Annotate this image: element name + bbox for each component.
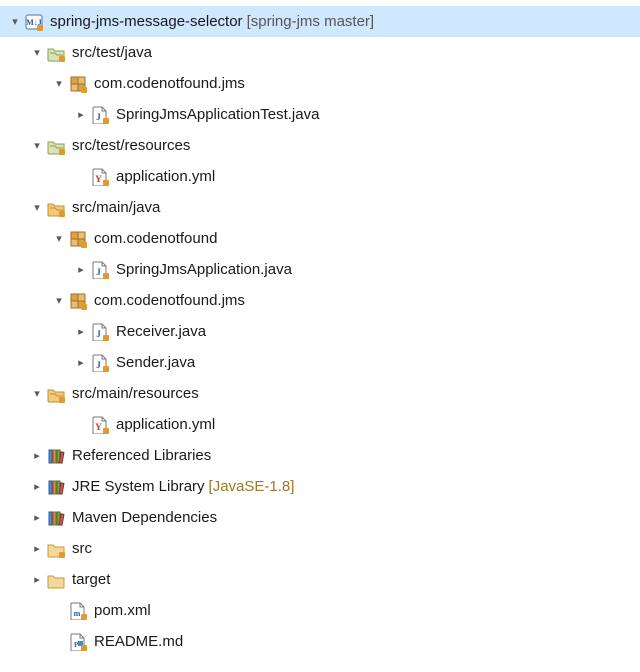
yaml-file-icon (90, 167, 110, 187)
chevron-down-icon[interactable]: ▾ (28, 44, 46, 62)
tree-row[interactable]: README.md (0, 626, 640, 657)
md-file-icon (68, 632, 88, 652)
project-tree[interactable]: ▾spring-jms-message-selector[spring-jms … (0, 0, 640, 657)
src-main-icon (46, 384, 66, 404)
chevron-down-icon[interactable]: ▾ (28, 137, 46, 155)
tree-item-label: Referenced Libraries (72, 447, 211, 464)
tree-row[interactable]: application.yml (0, 161, 640, 192)
folder-vc-icon (46, 539, 66, 559)
library-icon (46, 508, 66, 528)
package-icon (68, 74, 88, 94)
yaml-file-icon (90, 415, 110, 435)
java-file-icon (90, 322, 110, 342)
xml-file-icon (68, 601, 88, 621)
chevron-right-icon[interactable]: ▸ (28, 509, 46, 527)
chevron-right-icon[interactable]: ▸ (28, 447, 46, 465)
chevron-right-icon[interactable]: ▸ (28, 540, 46, 558)
chevron-right-icon[interactable]: ▸ (28, 478, 46, 496)
tree-row[interactable]: ▸ Maven Dependencies (0, 502, 640, 533)
tree-item-label: README.md (94, 633, 183, 650)
tree-item-label: com.codenotfound.jms (94, 75, 245, 92)
chevron-down-icon[interactable]: ▾ (50, 292, 68, 310)
tree-row[interactable]: ▸ SpringJmsApplication.java (0, 254, 640, 285)
tree-row[interactable]: pom.xml (0, 595, 640, 626)
tree-item-label: Maven Dependencies (72, 509, 217, 526)
tree-row[interactable]: application.yml (0, 409, 640, 440)
src-main-icon (46, 198, 66, 218)
chevron-down-icon[interactable]: ▾ (28, 385, 46, 403)
java-file-icon (90, 353, 110, 373)
chevron-down-icon[interactable]: ▾ (6, 13, 24, 31)
chevron-right-icon[interactable]: ▸ (72, 323, 90, 341)
tree-item-label: com.codenotfound.jms (94, 292, 245, 309)
tree-row[interactable]: ▸ SpringJmsApplicationTest.java (0, 99, 640, 130)
tree-item-label: spring-jms-message-selector (50, 13, 243, 30)
tree-item-label: SpringJmsApplicationTest.java (116, 106, 319, 123)
tree-row[interactable]: ▾ com.codenotfound.jms (0, 285, 640, 316)
tree-item-label: src/main/java (72, 199, 160, 216)
tree-item-label: src/test/resources (72, 137, 190, 154)
chevron-right-icon[interactable]: ▸ (28, 571, 46, 589)
tree-item-label: src/test/java (72, 44, 152, 61)
tree-row[interactable]: ▸ Referenced Libraries (0, 440, 640, 471)
chevron-down-icon[interactable]: ▾ (28, 199, 46, 217)
tree-item-label: target (72, 571, 110, 588)
tree-row[interactable]: ▾ src/main/resources (0, 378, 640, 409)
tree-item-suffix: [spring-jms master] (247, 13, 375, 30)
java-file-icon (90, 260, 110, 280)
tree-item-label: src (72, 540, 92, 557)
tree-item-label: Sender.java (116, 354, 195, 371)
tree-item-label: application.yml (116, 416, 215, 433)
tree-row[interactable]: ▾ src/test/java (0, 37, 640, 68)
tree-row[interactable]: ▾ src/test/resources (0, 130, 640, 161)
package-icon (68, 291, 88, 311)
chevron-right-icon[interactable]: ▸ (72, 261, 90, 279)
tree-item-suffix: [JavaSE-1.8] (209, 478, 295, 495)
tree-item-label: pom.xml (94, 602, 151, 619)
tree-item-label: src/main/resources (72, 385, 199, 402)
chevron-down-icon[interactable]: ▾ (50, 230, 68, 248)
tree-item-label: Receiver.java (116, 323, 206, 340)
tree-item-label: JRE System Library (72, 478, 205, 495)
tree-row[interactable]: ▾ com.codenotfound (0, 223, 640, 254)
tree-row[interactable]: ▾ spring-jms-message-selector[spring-jms … (0, 6, 640, 37)
tree-item-label: application.yml (116, 168, 215, 185)
package-icon (68, 229, 88, 249)
tree-row[interactable]: ▸ Sender.java (0, 347, 640, 378)
src-test-icon (46, 43, 66, 63)
tree-item-label: com.codenotfound (94, 230, 217, 247)
tree-row[interactable]: ▾ src/main/java (0, 192, 640, 223)
src-test-icon (46, 136, 66, 156)
folder-icon (46, 570, 66, 590)
java-file-icon (90, 105, 110, 125)
tree-row[interactable]: ▾ com.codenotfound.jms (0, 68, 640, 99)
library-icon (46, 446, 66, 466)
tree-row[interactable]: ▸ Receiver.java (0, 316, 640, 347)
maven-project-icon (24, 12, 44, 32)
tree-item-label: SpringJmsApplication.java (116, 261, 292, 278)
chevron-down-icon[interactable]: ▾ (50, 75, 68, 93)
tree-row[interactable]: ▸ target (0, 564, 640, 595)
library-icon (46, 477, 66, 497)
tree-row[interactable]: ▸ src (0, 533, 640, 564)
chevron-right-icon[interactable]: ▸ (72, 354, 90, 372)
chevron-right-icon[interactable]: ▸ (72, 106, 90, 124)
tree-row[interactable]: ▸ JRE System Library[JavaSE-1.8] (0, 471, 640, 502)
